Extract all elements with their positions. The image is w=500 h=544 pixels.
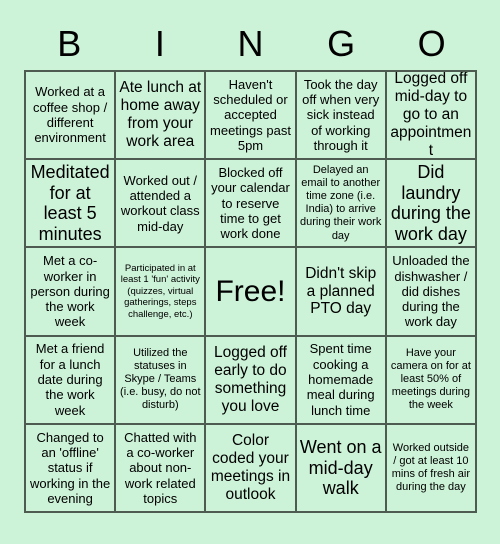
- bingo-cell[interactable]: Worked outside / got at least 10 mins of…: [386, 424, 477, 513]
- bingo-cell[interactable]: Chatted with a co-worker about non-work …: [116, 424, 207, 513]
- bingo-cell[interactable]: Unloaded the dishwasher / did dishes dur…: [386, 248, 477, 337]
- bingo-cell-free[interactable]: Free!: [206, 248, 297, 337]
- bingo-grid: Worked at a coffee shop / different envi…: [24, 70, 477, 513]
- header-letter-o: O: [417, 23, 446, 64]
- bingo-cell[interactable]: Color coded your meetings in outlook: [206, 424, 297, 513]
- bingo-cell-label: Took the day off when very sick instead …: [302, 76, 380, 154]
- header-letter-b: B: [57, 23, 82, 64]
- bingo-cell[interactable]: Did laundry during the work day: [386, 160, 477, 249]
- bingo-cell[interactable]: Met a co-worker in person during the wor…: [26, 248, 117, 337]
- bingo-cell[interactable]: Haven't scheduled or accepted meetings p…: [206, 72, 297, 161]
- bingo-header: B I N G O: [24, 22, 477, 66]
- bingo-cell-label: Changed to an 'offline' status if workin…: [29, 429, 111, 506]
- bingo-cell-label: Met a friend for a lunch date during the…: [35, 341, 105, 418]
- bingo-cell[interactable]: Worked at a coffee shop / different envi…: [26, 72, 117, 161]
- bingo-card-page: B I N G O Worked at a coffee shop / diff…: [0, 0, 500, 544]
- header-letter-n: N: [237, 23, 264, 64]
- bingo-cell[interactable]: Went on a mid-day walk: [296, 424, 387, 513]
- bingo-cell[interactable]: Delayed an email to another time zone (i…: [296, 160, 387, 249]
- bingo-cell-label: Logged off early to do something you lov…: [214, 343, 287, 415]
- bingo-cell[interactable]: Logged off early to do something you lov…: [206, 336, 297, 425]
- bingo-cell[interactable]: Met a friend for a lunch date during the…: [26, 336, 117, 425]
- bingo-cell-label: Participated in at least 1 'fun' activit…: [120, 262, 200, 320]
- bingo-cell-label: Worked out / attended a workout class mi…: [120, 172, 200, 234]
- bingo-cell-label: Delayed an email to another time zone (i…: [300, 163, 382, 242]
- bingo-cell[interactable]: Blocked off your calendar to reserve tim…: [206, 160, 297, 249]
- bingo-cell-label: Worked outside / got at least 10 mins of…: [391, 441, 471, 494]
- bingo-cell[interactable]: Spent time cooking a homemade meal durin…: [296, 336, 387, 425]
- bingo-cell[interactable]: Utilized the statuses in Skype / Teams (…: [116, 336, 207, 425]
- bingo-cell-label: Chatted with a co-worker about non-work …: [124, 429, 197, 506]
- bingo-cell[interactable]: Have your camera on for at least 50% of …: [386, 336, 477, 425]
- bingo-cell-label: Free!: [215, 274, 286, 308]
- bingo-cell[interactable]: Meditated for at least 5 minutes: [26, 160, 117, 249]
- bingo-cell-label: Utilized the statuses in Skype / Teams (…: [120, 346, 201, 412]
- bingo-cell[interactable]: Didn't skip a planned PTO day: [296, 248, 387, 337]
- bingo-cell[interactable]: Took the day off when very sick instead …: [296, 72, 387, 161]
- bingo-cell[interactable]: Worked out / attended a workout class mi…: [116, 160, 207, 249]
- bingo-cell-label: Haven't scheduled or accepted meetings p…: [210, 76, 291, 154]
- bingo-cell-label: Met a co-worker in person during the wor…: [30, 253, 110, 330]
- bingo-cell-label: Logged off mid-day to go to an appointme…: [390, 72, 472, 160]
- header-letter-g: G: [327, 23, 356, 64]
- bingo-cell-label: Meditated for at least 5 minutes: [30, 161, 110, 244]
- bingo-cell-label: Unloaded the dishwasher / did dishes dur…: [392, 253, 470, 330]
- bingo-cell-label: Went on a mid-day walk: [299, 436, 382, 499]
- bingo-cell-label: Spent time cooking a homemade meal durin…: [306, 341, 375, 418]
- header-letter-i: I: [154, 23, 165, 64]
- bingo-cell[interactable]: Changed to an 'offline' status if workin…: [26, 424, 117, 513]
- bingo-cell-label: Blocked off your calendar to reserve tim…: [211, 164, 290, 242]
- bingo-cell[interactable]: Ate lunch at home away from your work ar…: [116, 72, 207, 161]
- bingo-cell-label: Have your camera on for at least 50% of …: [390, 346, 471, 412]
- bingo-cell-label: Ate lunch at home away from your work ar…: [119, 79, 202, 151]
- bingo-cell-label: Color coded your meetings in outlook: [210, 431, 291, 503]
- bingo-cell-label: Worked at a coffee shop / different envi…: [32, 84, 108, 146]
- bingo-cell-label: Did laundry during the work day: [390, 161, 471, 244]
- bingo-cell-label: Didn't skip a planned PTO day: [305, 264, 377, 318]
- bingo-cell[interactable]: Logged off mid-day to go to an appointme…: [386, 72, 477, 161]
- bingo-cell[interactable]: Participated in at least 1 'fun' activit…: [116, 248, 207, 337]
